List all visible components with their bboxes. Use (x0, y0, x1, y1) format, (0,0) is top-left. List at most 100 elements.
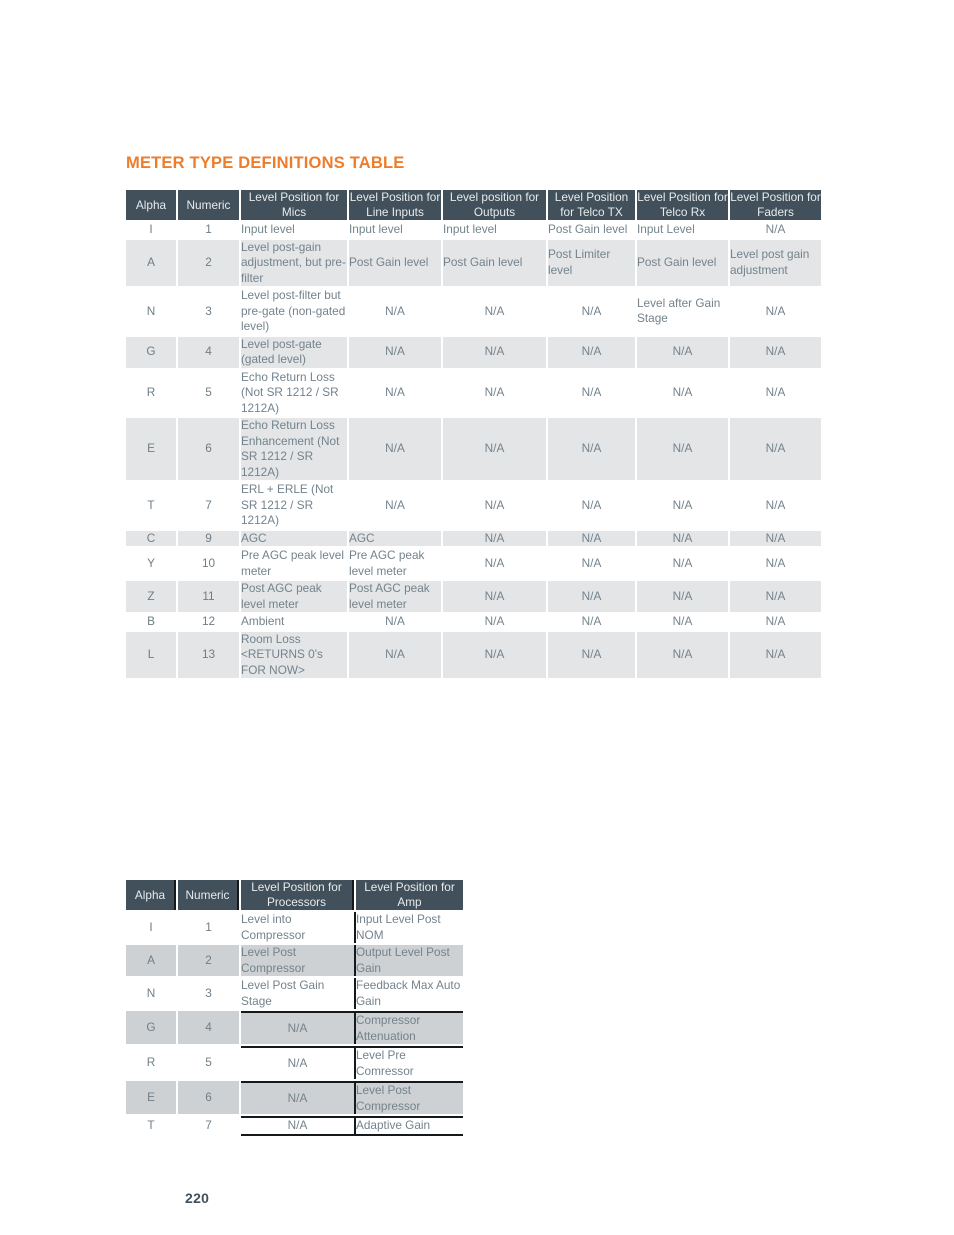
table2-cell-processors: N/A (241, 1011, 354, 1044)
table1-cell-telco_tx: N/A (548, 631, 635, 678)
table-row: G 4 Level post-gate (gated level) N/A N/A N/A… (126, 336, 821, 368)
table2-cell-processors: Level Post Compressor (241, 945, 354, 976)
table1-cell-numeric: 13 (178, 631, 239, 678)
table1-cell-faders: N/A (730, 336, 821, 368)
table2-cell-processors: N/A (241, 1116, 354, 1136)
table1-cell-telco_tx: N/A (548, 530, 635, 546)
table1-cell-outputs: N/A (443, 631, 546, 678)
table2-cell-numeric: 2 (178, 945, 239, 976)
table-header-row: Alpha Numeric Level Position for Processor… (126, 880, 463, 910)
table-row: L 13 Room Loss <RETURNS 0's FOR NOW> N/A N/A… (126, 631, 821, 678)
table1-cell-telco_tx: N/A (581, 303, 602, 318)
table1-cell-faders: N/A (730, 418, 821, 480)
table-row: Y 10 Pre AGC peak level meter Pre AGC peak … (126, 548, 821, 579)
table2-cell-alpha: A (126, 945, 176, 976)
table1-header-cell: Level Position for Telco TX (548, 190, 635, 220)
table1-cell-mics: Post AGC peak level meter (241, 581, 347, 612)
table1-cell-numeric: 2 (178, 239, 239, 286)
table2-cell-amp: Feedback Max Auto Gain (356, 978, 463, 1009)
table1-cell-numeric: 3 (205, 303, 212, 318)
table1-cell-numeric: 1 (205, 222, 212, 236)
table2-cell-amp: Level Post Compressor (356, 1081, 463, 1114)
table1-cell-telco_tx: N/A (581, 385, 602, 399)
table2-cell-processors: N/A (241, 1081, 354, 1114)
table2-cell-alpha: R (146, 1054, 156, 1069)
table2-cell-alpha: I (149, 919, 153, 934)
table1-cell-telco_rx: N/A (672, 614, 693, 628)
table1-cell-mics: AGC (241, 530, 347, 546)
meter-type-definitions-table-primary: Alpha Numeric Level Position for Mics Level… (124, 188, 823, 680)
table1-cell-telco_rx: Input Level (637, 222, 695, 236)
table1-cell-telco_tx: N/A (548, 336, 635, 368)
table1-cell-alpha: B (147, 614, 155, 628)
table1-header-cell: Alpha (126, 190, 176, 220)
table1-cell-line_inputs: N/A (385, 303, 405, 318)
table-row: R 5 Echo Return Loss (Not SR 1212 / SR 121… (126, 370, 821, 417)
table2-cell-amp: Level Pre Comressor (356, 1046, 463, 1079)
table2-cell-amp: Compressor Attenuation (356, 1011, 463, 1044)
table-row: I 1 Level into Compressor Input Level Post … (126, 912, 463, 943)
table-row: N 3 Level post-filter but pre-gate (non-ga… (126, 288, 821, 335)
table1-cell-outputs: N/A (443, 581, 546, 612)
table1-cell-line_inputs: N/A (385, 497, 405, 512)
table2-header-cell: Numeric (178, 880, 239, 910)
table1-header-cell: Numeric (178, 190, 239, 220)
table-row: I 1 Input level Input level Input level Post … (126, 222, 821, 238)
table1-cell-telco_rx: Level after Gain Stage (637, 295, 721, 326)
table1-cell-alpha: E (126, 418, 176, 480)
table1-cell-numeric: 10 (201, 555, 216, 570)
table1-cell-alpha: C (126, 530, 176, 546)
table2-cell-alpha: E (126, 1081, 176, 1114)
table2-cell-numeric: 4 (178, 1011, 239, 1044)
table1-cell-alpha: L (126, 631, 176, 678)
table1-header-cell: Level Position for Line Inputs (349, 190, 441, 220)
table1-cell-faders: N/A (730, 581, 821, 612)
table1-cell-line_inputs: AGC (349, 530, 441, 546)
table-header-row: Alpha Numeric Level Position for Mics Level… (126, 190, 821, 220)
table2-cell-processors: Level Post Gain Stage (241, 978, 325, 1008)
table1-cell-line_inputs: Post AGC peak level meter (349, 581, 441, 612)
table1-cell-faders: N/A (765, 614, 786, 628)
table1-cell-telco_tx: Post Limiter level (548, 239, 635, 286)
table-row: G 4 N/A Compressor Attenuation (126, 1011, 463, 1044)
table1-cell-mics: Level post-gain adjustment, but pre-filt… (241, 239, 347, 286)
table1-cell-numeric: 6 (178, 418, 239, 480)
table1-cell-line_inputs: Post Gain level (349, 239, 441, 286)
table1-header-cell: Level Position for Telco Rx (637, 190, 728, 220)
table1-cell-line_inputs: N/A (349, 631, 441, 678)
table1-cell-outputs: Post Gain level (443, 239, 546, 286)
table1-cell-numeric: 4 (178, 336, 239, 368)
table1-cell-line_inputs: Pre AGC peak level meter (349, 548, 425, 578)
table1-cell-telco_rx: N/A (637, 631, 728, 678)
document-page: METER TYPE DEFINITIONS TABLE Alpha Numeri… (0, 0, 954, 1235)
table2-cell-numeric: 5 (205, 1054, 212, 1069)
table2-cell-numeric: 7 (205, 1118, 212, 1132)
table-row: E 6 N/A Level Post Compressor (126, 1081, 463, 1114)
table2-cell-numeric: 6 (178, 1081, 239, 1114)
table1-cell-faders: N/A (765, 555, 786, 570)
table1-cell-faders: Level post gain adjustment (730, 239, 821, 286)
table-row: T 7 N/A Adaptive Gain (126, 1116, 463, 1136)
meter-type-definitions-table-secondary: Alpha Numeric Level Position for Processor… (124, 878, 465, 1138)
table-row: Z 11 Post AGC peak level meter Post AGC pea… (126, 581, 821, 612)
table1-cell-outputs: N/A (443, 418, 546, 480)
table1-cell-line_inputs: Input level (349, 222, 403, 236)
table1-header-cell: Level position for Outputs (443, 190, 546, 220)
table1-cell-faders: N/A (765, 303, 786, 318)
table1-cell-mics: Pre AGC peak level meter (241, 548, 344, 578)
table1-cell-faders: N/A (765, 497, 786, 512)
table1-cell-telco_tx: N/A (581, 614, 602, 628)
table1-cell-telco_rx: N/A (672, 385, 693, 399)
table1-cell-mics: Echo Return Loss (Not SR 1212 / SR 1212A… (241, 369, 339, 415)
table1-cell-mics: Ambient (241, 614, 285, 628)
table1-cell-telco_tx: N/A (548, 418, 635, 480)
table1-cell-outputs: N/A (443, 336, 546, 368)
table1-cell-numeric: 5 (205, 385, 212, 399)
table-row: T 7 ERL + ERLE (Not SR 1212 / SR 1212A) N/A… (126, 482, 821, 529)
table1-cell-telco_rx: N/A (637, 581, 728, 612)
table1-cell-numeric: 12 (201, 614, 216, 628)
table2-cell-numeric: 1 (205, 919, 212, 934)
table1-cell-line_inputs: N/A (385, 614, 405, 628)
table1-cell-line_inputs: N/A (349, 336, 441, 368)
table1-cell-line_inputs: N/A (385, 385, 405, 399)
